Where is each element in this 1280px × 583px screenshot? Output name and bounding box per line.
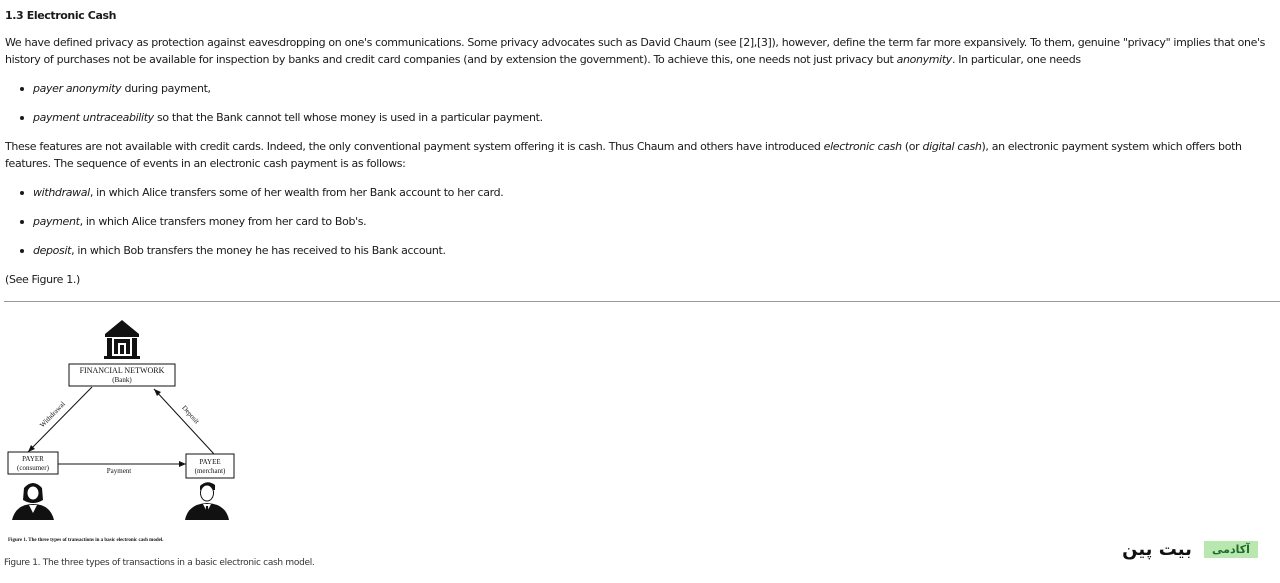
list-item: withdrawal, in which Alice transfers som… — [20, 184, 1277, 201]
list-item-text: during payment, — [121, 82, 211, 95]
figure-caption: Figure 1. The three types of transaction… — [4, 558, 315, 568]
list-item-term: payer anonymity — [33, 82, 122, 95]
list-item-term: payment untraceability — [33, 111, 154, 124]
paragraph-privacy: We have defined privacy as protection ag… — [5, 34, 1277, 68]
payment-label: Payment — [107, 467, 132, 475]
paragraph-text: These features are not available with cr… — [5, 140, 824, 153]
article: 1.3 Electronic Cash We have defined priv… — [5, 6, 1277, 300]
paragraph-text: . In particular, one needs — [951, 53, 1081, 66]
emphasis-digital-cash: digital cash — [922, 140, 982, 153]
list-item: deposit, in which Bob transfers the mone… — [20, 242, 1277, 259]
emphasis-anonymity: anonymity — [896, 53, 953, 66]
deposit-label: Deposit — [180, 404, 201, 426]
list-item: payment, in which Alice transfers money … — [20, 213, 1277, 230]
payer-label: PAYER — [22, 455, 44, 463]
list-item-text: , in which Bob transfers the money he ha… — [71, 244, 446, 257]
logo-badge: آکادمی — [1204, 541, 1258, 558]
list-item-text: , in which Alice transfers money from he… — [79, 215, 367, 228]
logo-wordmark: بیت پین — [1122, 539, 1192, 560]
list-item-text: , in which Alice transfers some of her w… — [89, 186, 504, 199]
steps-list: withdrawal, in which Alice transfers som… — [5, 184, 1277, 259]
list-item-term: withdrawal — [33, 186, 90, 199]
bank-building-icon — [104, 320, 140, 359]
withdrawal-edge — [27, 386, 93, 453]
list-item-term: deposit — [33, 244, 72, 257]
needs-list: payer anonymity during payment, payment … — [5, 80, 1277, 126]
list-item: payer anonymity during payment, — [20, 80, 1277, 97]
horizontal-divider — [4, 301, 1280, 302]
list-item-text: so that the Bank cannot tell whose money… — [153, 111, 543, 124]
list-item-term: payment — [33, 215, 80, 228]
bank-sublabel: (Bank) — [112, 376, 132, 384]
payee-sublabel: (merchant) — [195, 467, 226, 475]
emphasis-electronic-cash: electronic cash — [823, 140, 902, 153]
bank-label: FINANCIAL NETWORK — [80, 366, 165, 375]
site-logo: بیت پین آکادمی — [1112, 538, 1258, 562]
consumer-person-icon — [12, 483, 54, 520]
list-item: payment untraceability so that the Bank … — [20, 109, 1277, 126]
deposit-edge — [153, 388, 215, 455]
payment-arrowhead — [179, 461, 186, 467]
payer-sublabel: (consumer) — [17, 464, 50, 472]
section-heading: 1.3 Electronic Cash — [5, 9, 117, 22]
see-figure-note: (See Figure 1.) — [5, 273, 80, 286]
paragraph-electronic-cash: These features are not available with cr… — [5, 138, 1277, 172]
figure-inner-caption: Figure 1. The three types of transaction… — [8, 538, 164, 543]
figure-electronic-cash-model: FINANCIAL NETWORK (Bank) Withdrawal Depo… — [4, 312, 238, 548]
paragraph-text: (or — [901, 140, 923, 153]
withdrawal-label: Withdrawal — [38, 400, 67, 429]
payee-label: PAYEE — [199, 458, 220, 466]
merchant-person-icon — [185, 482, 229, 520]
